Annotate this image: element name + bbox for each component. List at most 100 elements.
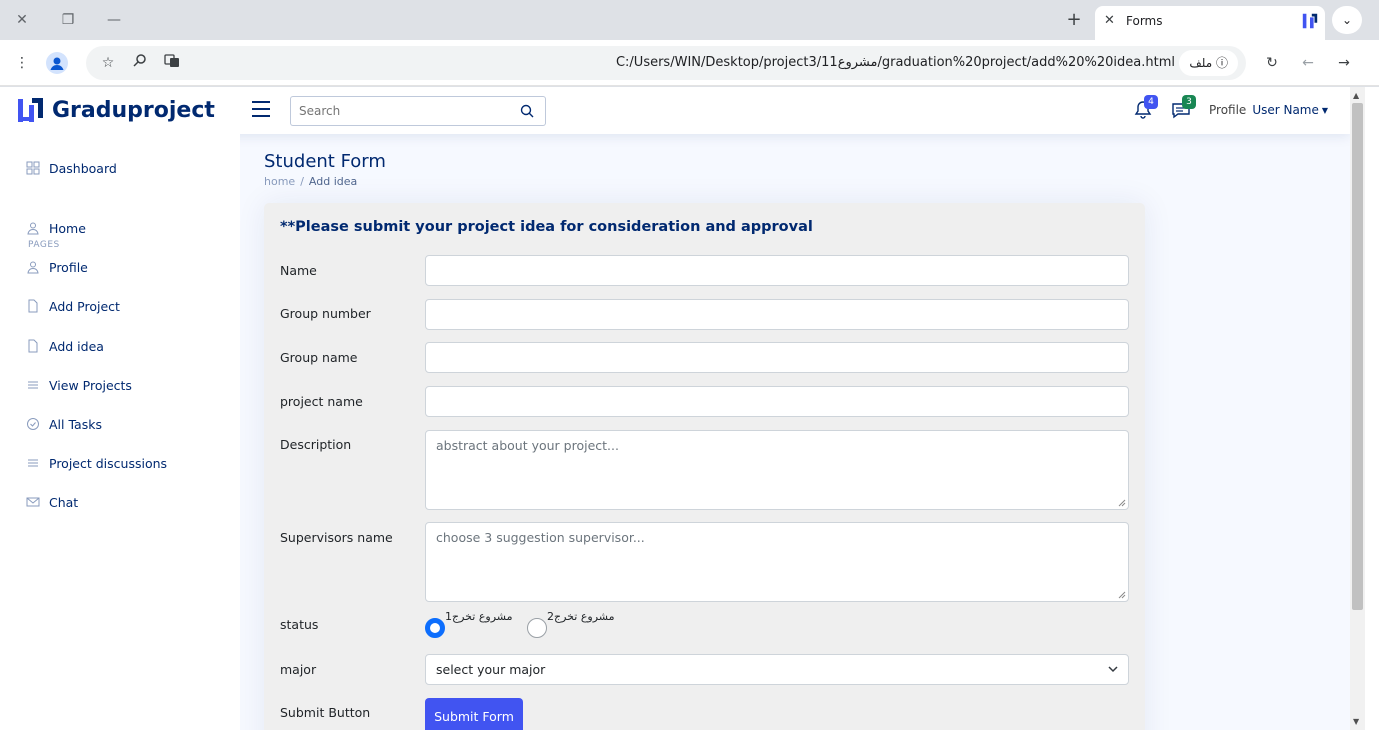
notifications-badge: 4 — [1144, 95, 1158, 109]
zoom-icon[interactable] — [129, 52, 151, 74]
search-icon[interactable] — [519, 103, 535, 119]
project-name-input[interactable] — [425, 386, 1129, 417]
site-favicon-icon — [1302, 13, 1318, 29]
profile-dropdown[interactable]: Profile User Name ▼ — [1209, 103, 1328, 117]
sidebar-item-profile[interactable]: Profile — [26, 257, 88, 277]
description-placeholder: abstract about your project... — [436, 438, 619, 453]
person-icon — [27, 222, 39, 235]
envelope-icon — [26, 497, 40, 507]
brand-logo[interactable]: Graduproject — [16, 95, 215, 125]
breadcrumb-home-link[interactable]: home — [264, 175, 295, 188]
forward-arrow-icon[interactable]: → — [1333, 52, 1355, 74]
search-form — [290, 96, 546, 126]
submit-label: Submit Button — [280, 705, 371, 720]
name-input[interactable] — [425, 255, 1129, 286]
minimize-window-icon[interactable]: — — [104, 10, 124, 30]
user-name: User Name — [1252, 103, 1319, 117]
chevron-down-icon — [1108, 655, 1118, 696]
sidebar-item-add-project[interactable]: Add Project — [26, 296, 120, 316]
resize-grip-icon[interactable] — [1118, 499, 1126, 507]
site-header: Graduproject 4 3 Profile User Name ▼ — [0, 87, 1350, 134]
sidebar: Dashboard PAGES Home Profile Add Project… — [0, 134, 240, 730]
major-selected-value: select your major — [436, 662, 546, 677]
sidebar-item-home[interactable]: Home — [26, 218, 86, 238]
supervisors-label: Supervisors name — [280, 530, 393, 545]
browser-menu-icon[interactable]: ⋮ — [11, 52, 33, 74]
sidebar-item-label: Profile — [49, 259, 88, 275]
sidebar-item-label: All Tasks — [49, 416, 102, 432]
status-option-1-label: مشروع تخرج1 — [445, 610, 513, 623]
project-name-label: project name — [280, 394, 363, 409]
list-icon — [28, 459, 38, 467]
sidebar-item-label: Dashboard — [49, 160, 117, 176]
translate-icon[interactable] — [161, 52, 183, 74]
scroll-down-icon[interactable]: ▼ — [1353, 717, 1359, 726]
notifications-button[interactable]: 4 — [1133, 95, 1158, 122]
browser-tab-bar: ✕ ❐ — + ✕ Forms ⌄ — [0, 0, 1379, 40]
browser-profile-icon[interactable] — [46, 52, 68, 74]
description-textarea[interactable]: abstract about your project... — [425, 430, 1129, 510]
messages-button[interactable]: 3 — [1171, 95, 1196, 122]
back-arrow-icon[interactable]: ← — [1297, 52, 1319, 74]
brand-name: Graduproject — [52, 97, 215, 123]
major-select[interactable]: select your major — [425, 654, 1129, 685]
status-radio-option-1[interactable]: مشروع تخرج1 — [425, 610, 512, 638]
description-label: Description — [280, 437, 352, 452]
browser-tab[interactable]: ✕ Forms — [1095, 6, 1325, 40]
logo-mark-icon — [18, 98, 43, 122]
close-window-icon[interactable]: ✕ — [12, 10, 32, 30]
page-viewport: Graduproject 4 3 Profile User Name ▼ Das… — [0, 87, 1379, 730]
sidebar-item-project-discussions[interactable]: Project discussions — [26, 453, 167, 473]
sidebar-item-all-tasks[interactable]: All Tasks — [26, 414, 102, 434]
sidebar-item-label: Project discussions — [49, 455, 168, 471]
grid-icon — [26, 161, 40, 175]
file-label: ملف — [1189, 56, 1213, 70]
breadcrumb-current: Add idea — [308, 175, 358, 188]
messages-badge: 3 — [1182, 95, 1196, 109]
status-option-2-label: مشروع تخرج2 — [547, 610, 615, 623]
scroll-up-icon[interactable]: ▲ — [1353, 91, 1359, 100]
window-edge — [1365, 87, 1379, 730]
group-number-input[interactable] — [425, 299, 1129, 330]
status-label: status — [280, 617, 319, 632]
sidebar-item-label: Add Project — [49, 298, 120, 314]
major-label: major — [280, 662, 317, 677]
resize-grip-icon[interactable] — [1118, 591, 1126, 599]
sidebar-item-label: Chat — [49, 494, 79, 510]
status-radio-option-2[interactable]: مشروع تخرج2 — [527, 610, 614, 638]
caret-down-icon: ▼ — [1321, 105, 1329, 115]
sidebar-item-add-idea[interactable]: Add idea — [26, 336, 104, 356]
url-text[interactable]: C:/Users/WIN/Desktop/project3/11مشروع/gr… — [616, 55, 1175, 70]
file-icon — [28, 299, 38, 313]
radio-unchecked-icon[interactable] — [527, 618, 547, 638]
restore-window-icon[interactable]: ❐ — [58, 10, 78, 30]
status-radio-group: مشروع تخرج1 مشروع تخرج2 — [425, 610, 645, 640]
tab-close-icon[interactable]: ✕ — [1104, 13, 1115, 28]
person-icon — [27, 261, 39, 274]
sidebar-item-chat[interactable]: Chat — [26, 492, 78, 512]
breadcrumb: home / Add idea — [264, 175, 358, 188]
sidebar-toggle-icon[interactable] — [252, 101, 270, 117]
check-circle-icon — [27, 418, 39, 430]
submit-form-button[interactable]: Submit Form — [425, 698, 523, 730]
page-scrollbar[interactable]: ▲ ▼ — [1350, 87, 1365, 730]
sidebar-item-view-projects[interactable]: View Projects — [26, 375, 132, 395]
page-title: Student Form — [264, 151, 386, 172]
page-info-chip[interactable]: ملف ⓘ — [1179, 50, 1238, 76]
bookmark-star-icon[interactable]: ☆ — [97, 52, 119, 74]
tab-search-chevron-icon[interactable]: ⌄ — [1332, 6, 1362, 34]
avatar: Profile — [1209, 103, 1247, 117]
reload-icon[interactable]: ↻ — [1261, 52, 1283, 74]
radio-checked-icon[interactable] — [425, 618, 445, 638]
address-bar[interactable]: ☆ C:/Users/WIN/Desktop/project3/11مشروع/… — [86, 46, 1246, 80]
search-input[interactable] — [291, 97, 506, 125]
scrollbar-thumb[interactable] — [1352, 103, 1363, 610]
sidebar-item-label: Add idea — [49, 338, 104, 354]
file-icon — [28, 339, 38, 353]
supervisors-textarea[interactable]: choose 3 suggestion supervisor... — [425, 522, 1129, 602]
group-name-input[interactable] — [425, 342, 1129, 373]
sidebar-item-label: Home — [49, 220, 86, 236]
sidebar-item-dashboard[interactable]: Dashboard — [26, 158, 117, 178]
browser-toolbar: ⋮ ☆ C:/Users/WIN/Desktop/project3/11مشرو… — [0, 40, 1379, 86]
new-tab-button[interactable]: + — [1064, 9, 1084, 31]
